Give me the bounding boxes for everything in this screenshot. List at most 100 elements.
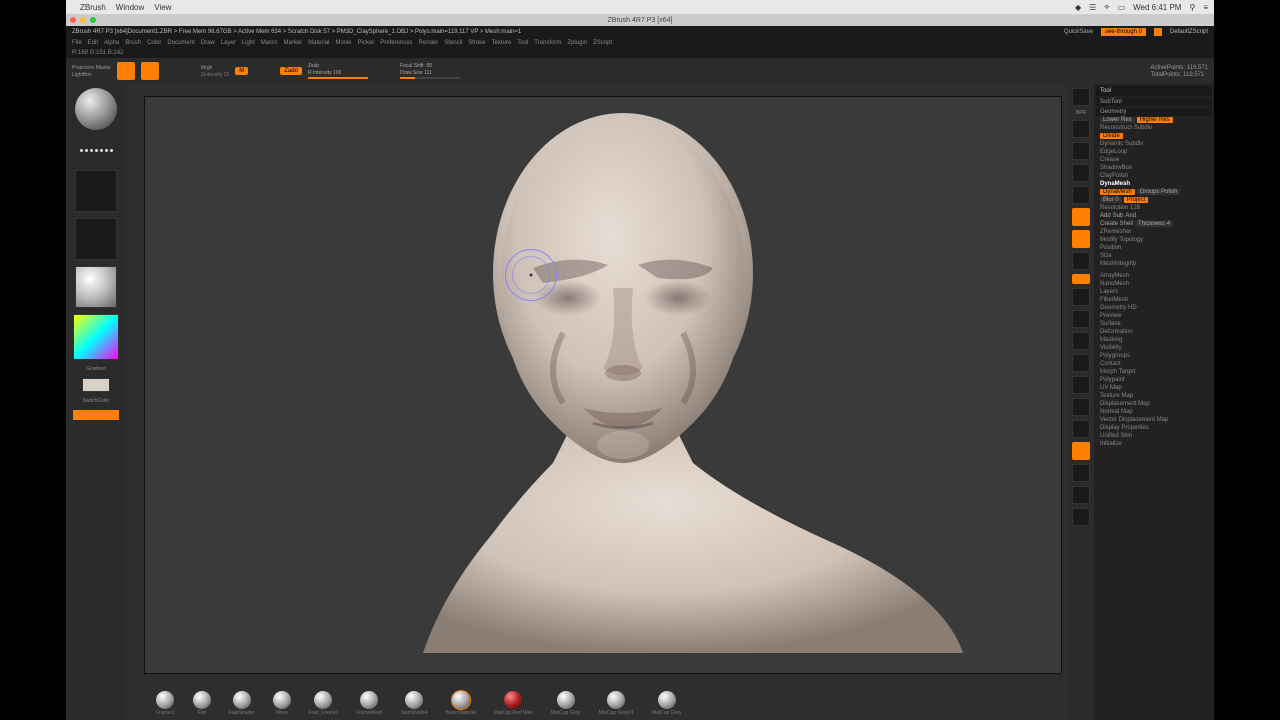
ghost-button[interactable] [1072,486,1090,504]
project-toggle[interactable]: Project [1124,197,1149,203]
menu-item[interactable]: Document [167,40,194,46]
menu-item[interactable]: ZScript [593,40,612,46]
sub-button[interactable]: Sub [1113,213,1124,219]
mac-menu-view[interactable]: View [154,3,171,12]
geohd-section[interactable]: Geometry HD [1096,304,1212,312]
defaultscript-label[interactable]: DefaultZScript [1170,29,1208,35]
menu-item[interactable]: Transform [534,40,561,46]
material-item[interactable]: MatCap Grey01 [599,691,634,716]
panel-title[interactable]: Tool [1096,86,1212,96]
dynamesh-section[interactable]: DynaMesh [1096,180,1212,188]
geometry-section[interactable]: Geometry [1096,108,1212,116]
unified-section[interactable]: Unified Skin [1096,432,1212,440]
menu-item[interactable]: Macro [261,40,278,46]
modtopo-section[interactable]: Modify Topology [1096,236,1212,244]
color-picker[interactable] [73,314,119,360]
shelf-btn[interactable] [1072,142,1090,160]
m-toggle[interactable]: M [235,67,248,75]
polyf-button[interactable] [1072,442,1090,460]
localsym-button[interactable] [1072,252,1090,270]
menu-item[interactable]: Material [308,40,329,46]
zadd-toggle[interactable]: Zadd [280,67,302,75]
divide-button[interactable]: Divide [1100,133,1123,139]
normalmap-section[interactable]: Normal Map [1096,408,1212,416]
nanomesh-section[interactable]: NanoMesh [1096,280,1212,288]
arraymesh-section[interactable]: ArrayMesh [1096,272,1212,280]
size-section[interactable]: Size [1096,252,1212,260]
menu-item[interactable]: Stencil [444,40,462,46]
add-button[interactable]: Add [1100,213,1111,219]
viewport[interactable] [144,96,1062,674]
defaultscript-toggle[interactable] [1154,28,1162,36]
and-button[interactable]: And [1125,213,1136,219]
zoom-button[interactable] [1072,376,1090,394]
polypaint-section[interactable]: Polypaint [1096,376,1212,384]
material-item[interactable]: MatCap Red Wax [494,691,533,716]
zremesher-section[interactable]: ZRemesher [1096,228,1212,236]
transp-button[interactable] [1072,464,1090,482]
thickness-slider[interactable]: Thickness 4 [1135,221,1173,227]
spotlight-icon[interactable]: ⚲ [1189,3,1195,12]
notif-icon[interactable]: ≡ [1203,3,1208,12]
crease-section[interactable]: Crease [1096,156,1212,164]
meshintegrity-section[interactable]: MeshIntegrity [1096,260,1212,268]
layers-section[interactable]: Layers [1096,288,1212,296]
menu-item[interactable]: Color [147,40,161,46]
material-item[interactable]: Flat [193,691,211,716]
main-color-swatch[interactable] [82,378,110,392]
menu-item[interactable]: Marker [283,40,302,46]
vdispmap-section[interactable]: Vector Displacement Map [1096,416,1212,424]
clock[interactable]: Wed 6:41 PM [1133,3,1181,12]
groups-polish[interactable]: Groups Polish [1137,189,1181,195]
texture-selector[interactable] [75,218,117,260]
masking-section[interactable]: Masking [1096,336,1212,344]
solo-button[interactable] [1072,508,1090,526]
visibility-section[interactable]: Visibility [1096,344,1212,352]
material-selector[interactable] [75,266,117,308]
gradient-label[interactable]: Gradient [86,366,105,372]
reconstruct-button[interactable]: Reconstruct Subdiv [1096,124,1212,132]
menu-item[interactable]: Texture [492,40,512,46]
brush-selector[interactable] [75,88,117,130]
zintensity-slider[interactable]: Zsub R Intensity 100 [308,63,368,79]
material-item[interactable]: FrameMesh [356,691,383,716]
projection-master-button[interactable]: Projection Master [72,65,111,71]
shelf-btn[interactable] [1072,164,1090,182]
initialize-section[interactable]: Initialize [1096,440,1212,448]
claypolish-section[interactable]: ClayPolish [1096,172,1212,180]
shadowbox-section[interactable]: ShadowBox [1096,164,1212,172]
menu-item[interactable]: Zplugin [567,40,587,46]
mrgb-toggle[interactable]: Mrgb [201,65,229,71]
surface-section[interactable]: Surface [1096,320,1212,328]
mac-menu-window[interactable]: Window [116,3,144,12]
shelf-btn[interactable] [1072,186,1090,204]
focalshift-slider[interactable]: Focal Shift -50 Draw Size 111 [400,63,460,79]
edit-mode-button[interactable] [117,62,135,80]
dispprops-section[interactable]: Display Properties [1096,424,1212,432]
persp-button[interactable] [1072,208,1090,226]
menu-item[interactable]: Brush [125,40,141,46]
move-button[interactable] [1072,310,1090,328]
blur-slider[interactable]: Blur 0 [1100,197,1122,203]
resolution-slider[interactable]: Resolution 128 [1096,204,1212,212]
morphtarget-section[interactable]: Morph Target [1096,368,1212,376]
menu-item[interactable]: Light [242,40,255,46]
deformation-section[interactable]: Deformation [1096,328,1212,336]
contact-section[interactable]: Contact [1096,360,1212,368]
material-item[interactable]: BasicMaterial [446,691,476,716]
minimize-icon[interactable] [80,17,86,23]
uvmap-section[interactable]: UV Map [1096,384,1212,392]
maximize-icon[interactable] [90,17,96,23]
bpr-button[interactable] [1072,88,1090,106]
material-item[interactable]: SkinShade4 [401,691,428,716]
stroke-selector[interactable] [75,136,117,164]
menu-item[interactable]: File [72,40,82,46]
material-item[interactable]: Framer1 [156,691,175,716]
menu-item[interactable]: Picker [358,40,375,46]
draw-mode-button[interactable] [141,62,159,80]
dispmap-section[interactable]: Displacement Map [1096,400,1212,408]
menu-item[interactable]: Alpha [104,40,119,46]
preview-section[interactable]: Preview [1096,312,1212,320]
shelf-btn[interactable] [1072,120,1090,138]
zsub-toggle[interactable]: Zsub [308,63,368,69]
